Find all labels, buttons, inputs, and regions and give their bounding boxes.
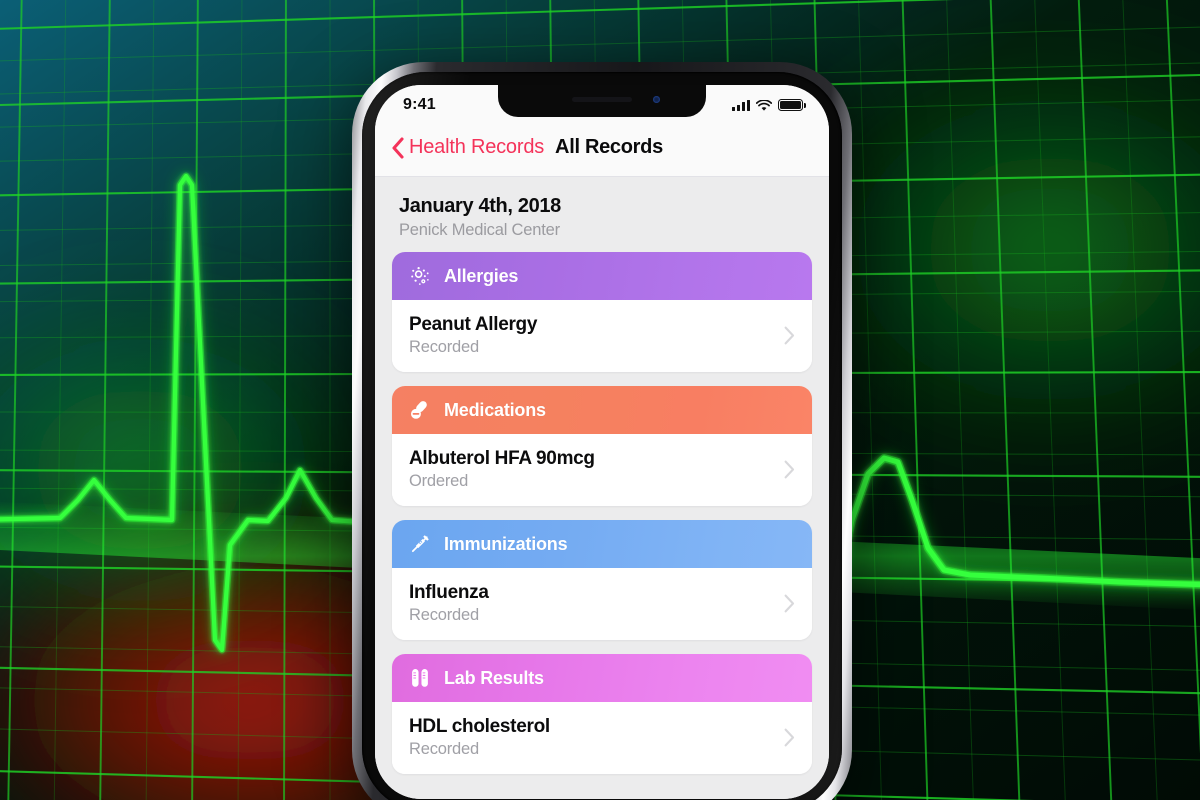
test-tubes-icon	[409, 667, 431, 689]
section-header-lab-results[interactable]: Lab Results	[392, 654, 812, 702]
pills-icon	[409, 399, 431, 421]
chevron-right-icon	[784, 728, 795, 747]
record-provider: Penick Medical Center	[399, 221, 560, 239]
navigation-bar: Health Records All Records	[375, 121, 829, 177]
record-row-title: Influenza	[409, 581, 489, 603]
chevron-left-icon	[391, 136, 404, 159]
records-scroll-area[interactable]: January 4th, 2018 Penick Medical Center	[375, 177, 829, 799]
back-button-label: Health Records	[409, 136, 545, 158]
record-row-status: Ordered	[409, 471, 469, 490]
front-camera-icon	[653, 96, 660, 103]
record-row-status: Recorded	[409, 337, 479, 356]
section-card-allergies: Allergies Peanut Allergy Recorded	[392, 252, 812, 372]
record-row-status: Recorded	[409, 739, 479, 758]
speaker-slot-icon	[572, 97, 632, 102]
section-header-medications[interactable]: Medications	[392, 386, 812, 434]
chevron-right-icon	[784, 594, 795, 613]
record-row-title: HDL cholesterol	[409, 715, 550, 737]
section-title-allergies: Allergies	[444, 265, 519, 286]
record-row-title: Albuterol HFA 90mcg	[409, 447, 595, 469]
record-row-title: Peanut Allergy	[409, 313, 538, 335]
section-title-lab-results: Lab Results	[444, 667, 544, 688]
chevron-right-icon	[784, 326, 795, 345]
status-bar-time: 9:41	[403, 96, 436, 113]
section-header-allergies[interactable]: Allergies	[392, 252, 812, 300]
phone-screen: 9:41 Health Records All Records January …	[375, 85, 829, 799]
section-card-medications: Medications Albuterol HFA 90mcg Ordered	[392, 386, 812, 506]
section-title-immunizations: Immunizations	[444, 533, 568, 554]
syringe-icon	[409, 533, 431, 555]
back-button[interactable]: Health Records	[391, 136, 544, 159]
record-date-header: January 4th, 2018 Penick Medical Center	[392, 177, 812, 252]
status-bar-indicators	[732, 99, 806, 111]
chevron-right-icon	[784, 460, 795, 479]
record-row-albuterol[interactable]: Albuterol HFA 90mcg Ordered	[392, 434, 812, 506]
section-header-immunizations[interactable]: Immunizations	[392, 520, 812, 568]
section-card-immunizations: Immunizations Influenza Recorded	[392, 520, 812, 640]
record-row-hdl-cholesterol[interactable]: HDL cholesterol Recorded	[392, 702, 812, 774]
record-row-peanut-allergy[interactable]: Peanut Allergy Recorded	[392, 300, 812, 372]
iphone-device: 9:41 Health Records All Records January …	[352, 62, 852, 800]
page-title: All Records	[555, 136, 663, 158]
wifi-icon	[755, 99, 773, 111]
section-title-medications: Medications	[444, 399, 546, 420]
notch	[498, 85, 706, 117]
section-card-lab-results: Lab Results HDL cholesterol Recorded	[392, 654, 812, 774]
signal-icon	[732, 99, 750, 111]
battery-icon	[778, 99, 806, 111]
record-row-influenza[interactable]: Influenza Recorded	[392, 568, 812, 640]
record-row-status: Recorded	[409, 605, 479, 624]
record-date: January 4th, 2018	[399, 195, 561, 217]
allergen-pollen-icon	[409, 265, 431, 287]
